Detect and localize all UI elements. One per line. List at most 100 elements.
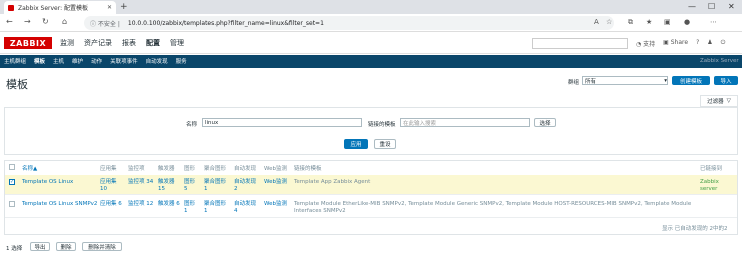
zabbix-logo[interactable]: ZABBIX bbox=[4, 37, 52, 49]
submenu-maintenance[interactable]: 维护 bbox=[72, 57, 83, 65]
items-link[interactable]: 监控项 34 bbox=[128, 179, 154, 186]
menu-configuration[interactable]: 配置 bbox=[146, 38, 160, 48]
screens-link[interactable]: 聚合图形 1 bbox=[204, 179, 230, 193]
apply-button[interactable]: 应用 bbox=[344, 139, 368, 149]
url-field[interactable]: ⓘ 不安全 | 10.0.0.100/zabbix/templates.php?… bbox=[84, 16, 614, 30]
name-filter-input[interactable]: linux bbox=[202, 118, 362, 127]
profile-avatar-icon[interactable]: ● bbox=[684, 18, 690, 26]
header-screens: 聚合图形 bbox=[204, 166, 227, 172]
reload-icon[interactable]: ↻ bbox=[42, 17, 49, 26]
forward-icon[interactable]: → bbox=[24, 17, 31, 26]
browser-tab[interactable]: Zabbix Server: 配置模板 ✕ bbox=[4, 1, 116, 14]
graphs-link[interactable]: 图形 1 bbox=[184, 201, 198, 215]
extensions-icon[interactable]: ⧉ bbox=[628, 18, 633, 27]
help-icon[interactable]: ? bbox=[696, 39, 699, 48]
chevron-down-icon: ▾ bbox=[664, 77, 667, 84]
user-profile-icon[interactable]: ♟ bbox=[707, 39, 712, 48]
collections-icon[interactable]: ▣ bbox=[664, 18, 671, 26]
row-checkbox[interactable]: ✓ bbox=[9, 179, 15, 185]
linked-templates-text[interactable]: Template App Zabbix Agent bbox=[294, 179, 370, 186]
tab-title: Zabbix Server: 配置模板 bbox=[18, 5, 89, 12]
new-tab-icon[interactable]: + bbox=[120, 2, 128, 12]
menu-reports[interactable]: 报表 bbox=[122, 38, 136, 48]
screens-link[interactable]: 聚合图形 1 bbox=[204, 201, 230, 215]
applications-link[interactable]: 应用集 6 bbox=[100, 201, 126, 208]
group-select[interactable]: 所有 ▾ bbox=[582, 76, 668, 85]
submenu-services[interactable]: 服务 bbox=[176, 57, 187, 65]
applications-link[interactable]: 应用集 10 bbox=[100, 179, 124, 193]
favorite-star-icon[interactable]: ☆ bbox=[606, 18, 612, 26]
menu-administration[interactable]: 管理 bbox=[170, 38, 184, 48]
share-icon: ▣ bbox=[663, 39, 671, 46]
more-menu-icon[interactable]: ⋯ bbox=[710, 18, 717, 26]
menu-monitoring[interactable]: 监测 bbox=[60, 38, 74, 48]
reset-button[interactable]: 重设 bbox=[374, 139, 396, 149]
triggers-link[interactable]: 触发器 6 bbox=[158, 201, 184, 208]
back-icon[interactable]: ← bbox=[6, 17, 13, 26]
select-all-checkbox[interactable] bbox=[9, 164, 15, 170]
minimize-icon[interactable]: — bbox=[688, 2, 696, 11]
menu-inventory[interactable]: 资产记录 bbox=[84, 38, 112, 48]
group-select-value: 所有 bbox=[585, 78, 597, 85]
filter-icon: ▽ bbox=[726, 98, 731, 104]
submenu-discovery[interactable]: 自动发现 bbox=[146, 57, 168, 65]
linked-templates-label: 链接的模板 bbox=[368, 122, 396, 128]
close-window-icon[interactable]: ✕ bbox=[728, 2, 735, 11]
export-button[interactable]: 导出 bbox=[30, 242, 50, 251]
favorites-icon[interactable]: ★ bbox=[646, 18, 652, 26]
global-search-input[interactable] bbox=[532, 38, 628, 49]
server-name: Zabbix Server bbox=[700, 58, 739, 64]
create-template-button[interactable]: 创建模板 bbox=[672, 76, 710, 85]
main-menu: 监测 资产记录 报表 配置 管理 bbox=[60, 38, 184, 48]
header-applications: 应用集 bbox=[100, 166, 117, 172]
web-link[interactable]: Web监测 bbox=[264, 179, 287, 186]
delete-and-clear-button[interactable]: 删除并清除 bbox=[82, 242, 122, 251]
header-discovery: 自动发现 bbox=[234, 166, 257, 172]
page-title: 模板 bbox=[6, 78, 28, 91]
header-linked-to: 已链接到 bbox=[700, 166, 723, 172]
info-icon: ⓘ bbox=[90, 20, 98, 28]
template-name-link[interactable]: Template OS Linux bbox=[22, 179, 73, 186]
filter-panel bbox=[4, 107, 738, 155]
web-link[interactable]: Web监测 bbox=[264, 201, 287, 208]
home-icon[interactable]: ⌂ bbox=[62, 17, 67, 26]
delete-button[interactable]: 删除 bbox=[56, 242, 76, 251]
linked-to-link[interactable]: Zabbix server bbox=[700, 179, 730, 193]
linked-templates-text[interactable]: Template Module EtherLike-MIB SNMPv2, Te… bbox=[294, 201, 694, 215]
read-aloud-icon[interactable]: A bbox=[594, 18, 599, 26]
filter-tab[interactable]: 过滤器 ▽ bbox=[700, 95, 738, 107]
discovery-link[interactable]: 自动发现 4 bbox=[234, 201, 260, 215]
maximize-icon[interactable]: ☐ bbox=[708, 2, 715, 11]
linked-templates-input[interactable]: 在此输入搜索 bbox=[400, 118, 530, 127]
header-web: Web监测 bbox=[264, 166, 287, 172]
discovery-link[interactable]: 自动发现 2 bbox=[234, 179, 260, 193]
items-link[interactable]: 监控项 12 bbox=[128, 201, 154, 208]
submenu-hosts[interactable]: 主机 bbox=[53, 57, 64, 65]
support-link[interactable]: ◔ 支持 bbox=[636, 39, 655, 48]
header-triggers: 触发器 bbox=[158, 166, 175, 172]
submenu-correlation[interactable]: 关联项事件 bbox=[110, 57, 138, 65]
share-link[interactable]: ▣ Share bbox=[663, 39, 688, 48]
zabbix-favicon-icon bbox=[8, 4, 14, 11]
graphs-link[interactable]: 图形 5 bbox=[184, 179, 198, 193]
name-label: 名称 bbox=[186, 122, 198, 128]
sub-menu: 主机群组 模板 主机 维护 动作 关联项事件 自动发现 服务 bbox=[4, 57, 187, 65]
group-label: 群组 bbox=[568, 80, 580, 86]
submenu-templates[interactable]: 模板 bbox=[34, 57, 45, 65]
triggers-link[interactable]: 触发器 15 bbox=[158, 179, 182, 193]
row-checkbox[interactable] bbox=[9, 201, 15, 207]
submenu-actions[interactable]: 动作 bbox=[91, 57, 102, 65]
template-name-link[interactable]: Template OS Linux SNMPv2 bbox=[22, 201, 97, 208]
header-items: 监控项 bbox=[128, 166, 145, 172]
header-linked-templates: 链接的模板 bbox=[294, 166, 322, 172]
import-button[interactable]: 导入 bbox=[714, 76, 738, 85]
filter-tab-label: 过滤器 bbox=[707, 99, 724, 105]
close-tab-icon[interactable]: ✕ bbox=[107, 4, 112, 11]
submenu-host-groups[interactable]: 主机群组 bbox=[4, 57, 26, 65]
table-footer-count: 显示 已自动发现的 2中的2 bbox=[662, 226, 728, 232]
header-name[interactable]: 名称▲ bbox=[22, 164, 37, 172]
header-right-links: ◔ 支持 ▣ Share ? ♟ ⏻ bbox=[636, 39, 725, 48]
not-secure-label: ⓘ 不安全 | bbox=[90, 20, 120, 28]
logout-icon[interactable]: ⏻ bbox=[721, 39, 726, 48]
select-button[interactable]: 选择 bbox=[534, 118, 556, 127]
